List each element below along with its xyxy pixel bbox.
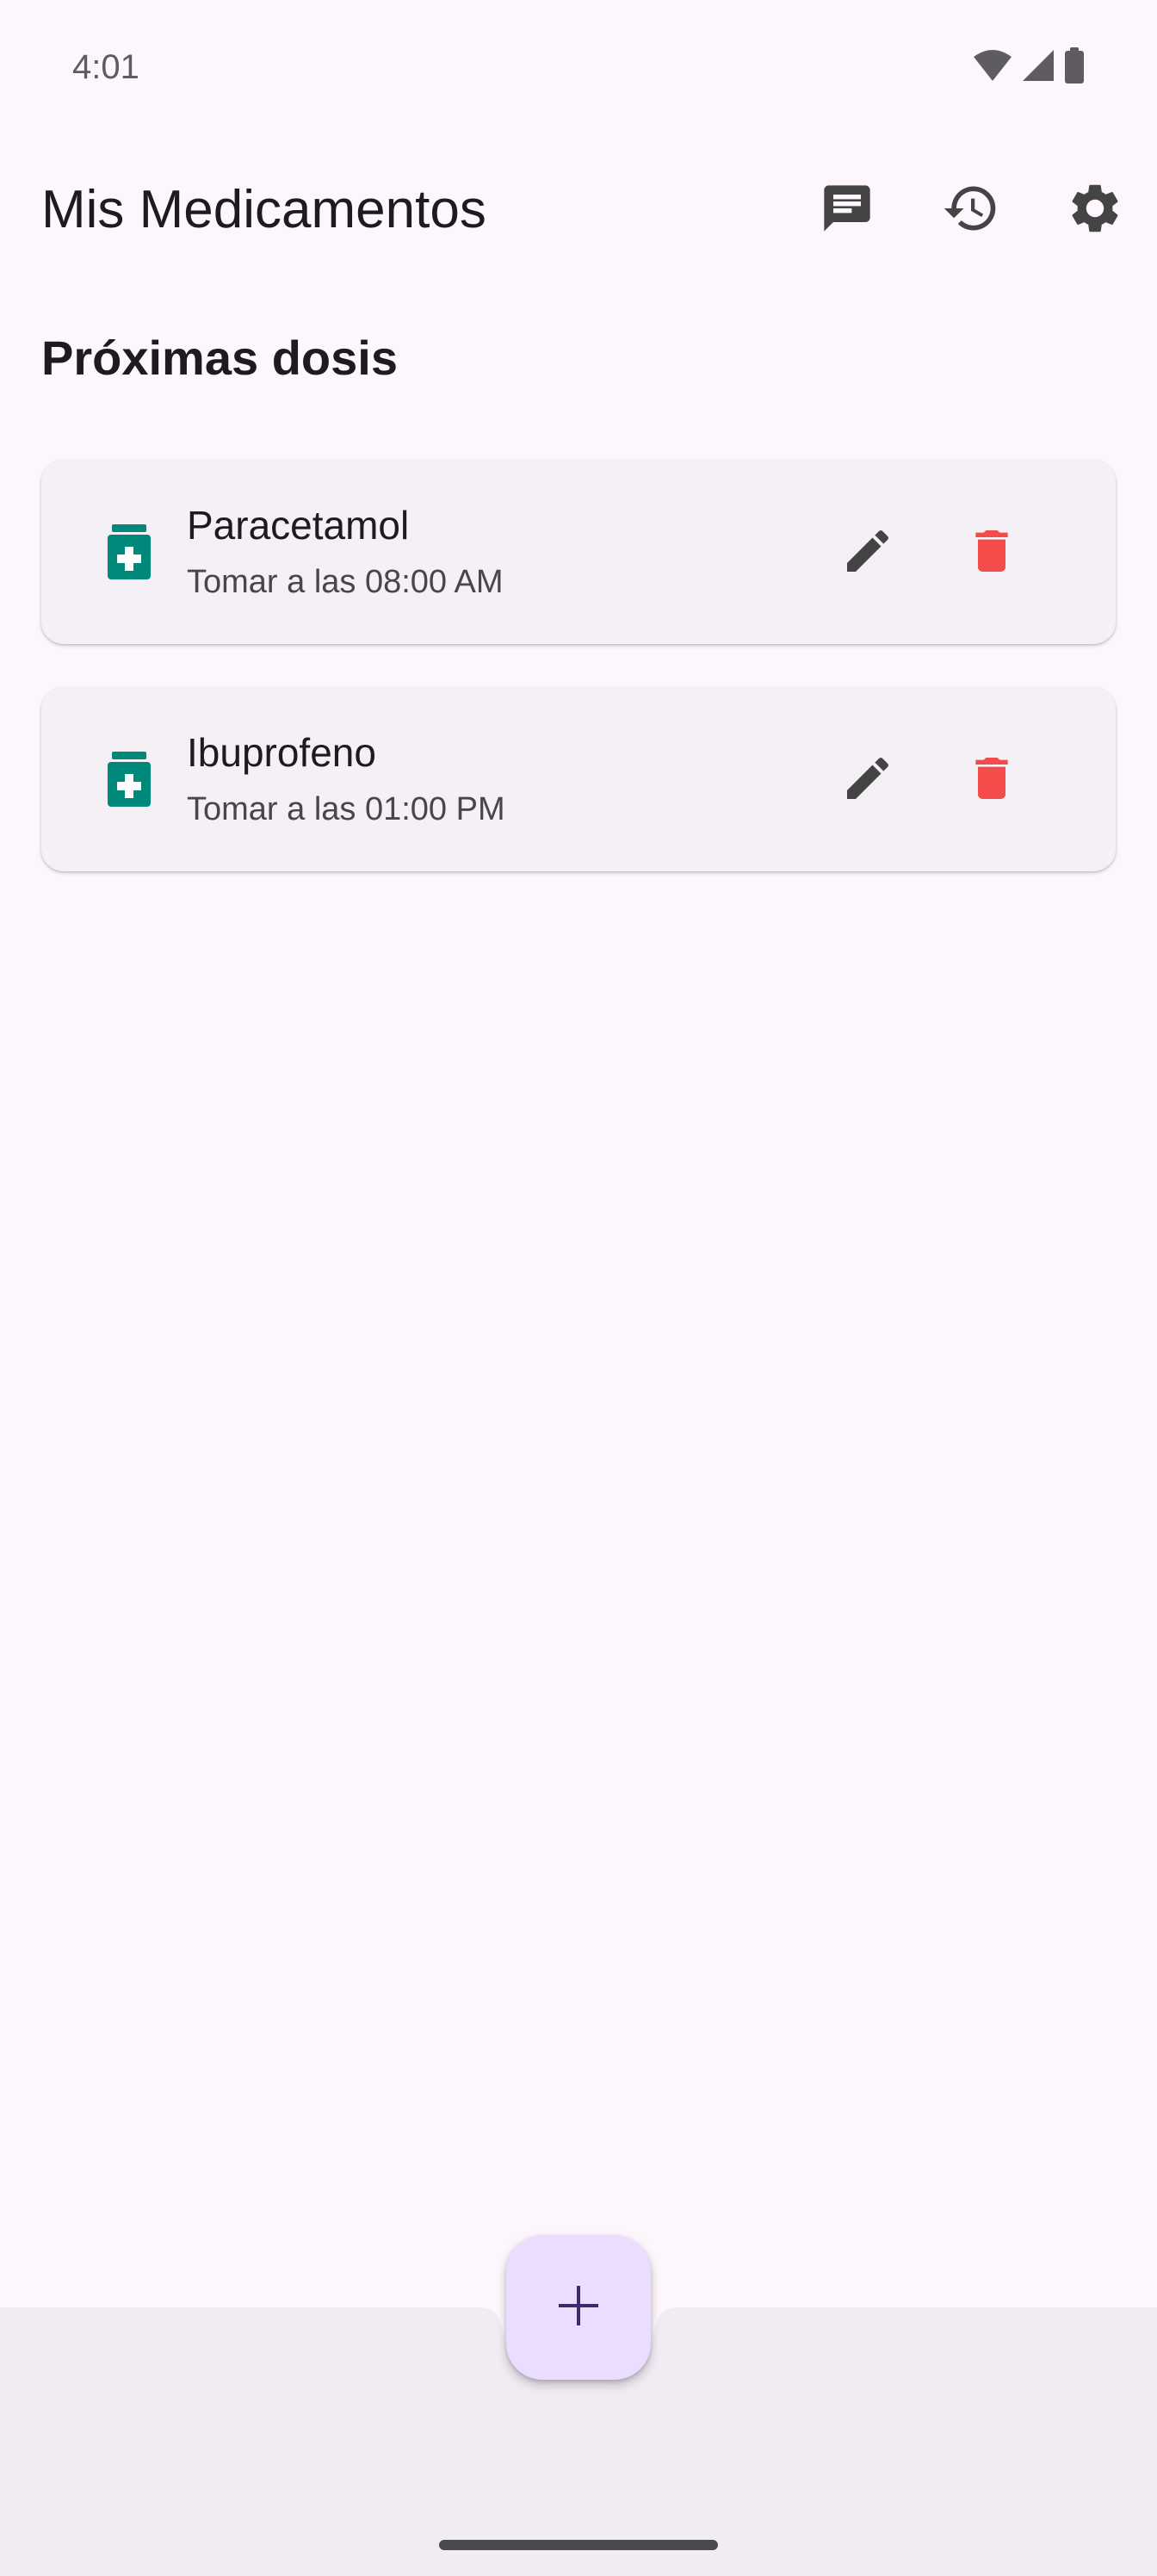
delete-button[interactable] — [949, 510, 1035, 596]
medication-schedule: Tomar a las 08:00 AM — [187, 564, 504, 600]
history-icon — [942, 179, 1000, 242]
settings-button[interactable] — [1059, 174, 1131, 246]
plus-icon — [557, 2284, 600, 2331]
messages-button[interactable] — [811, 174, 883, 246]
top-app-bar: Mis Medicamentos — [0, 155, 1157, 262]
edit-button[interactable] — [825, 737, 911, 823]
settings-icon — [1066, 179, 1124, 242]
add-medication-button[interactable] — [506, 2235, 651, 2380]
status-icons — [973, 46, 1085, 88]
cellular-signal-icon — [1021, 48, 1055, 87]
medication-name: Paracetamol — [187, 503, 410, 548]
delete-button[interactable] — [949, 737, 1035, 823]
status-bar: 4:01 — [0, 0, 1157, 129]
status-time: 4:01 — [72, 48, 139, 86]
history-button[interactable] — [935, 174, 1007, 246]
medication-schedule: Tomar a las 01:00 PM — [187, 791, 505, 827]
gesture-navigation-bar[interactable] — [439, 2540, 718, 2550]
delete-icon — [964, 523, 1019, 583]
delete-icon — [964, 751, 1019, 810]
medication-card[interactable]: Ibuprofeno Tomar a las 01:00 PM — [41, 687, 1116, 871]
battery-icon — [1064, 46, 1085, 88]
medication-bottle-icon — [90, 512, 169, 591]
edit-icon — [840, 751, 895, 810]
medication-name: Ibuprofeno — [187, 730, 376, 775]
edit-button[interactable] — [825, 510, 911, 596]
page-title: Mis Medicamentos — [41, 180, 486, 239]
medication-bottle-icon — [90, 740, 169, 819]
wifi-icon — [973, 48, 1012, 87]
edit-icon — [840, 523, 895, 583]
medication-card[interactable]: Paracetamol Tomar a las 08:00 AM — [41, 460, 1116, 644]
section-title: Próximas dosis — [41, 331, 398, 385]
chat-icon — [820, 181, 875, 240]
